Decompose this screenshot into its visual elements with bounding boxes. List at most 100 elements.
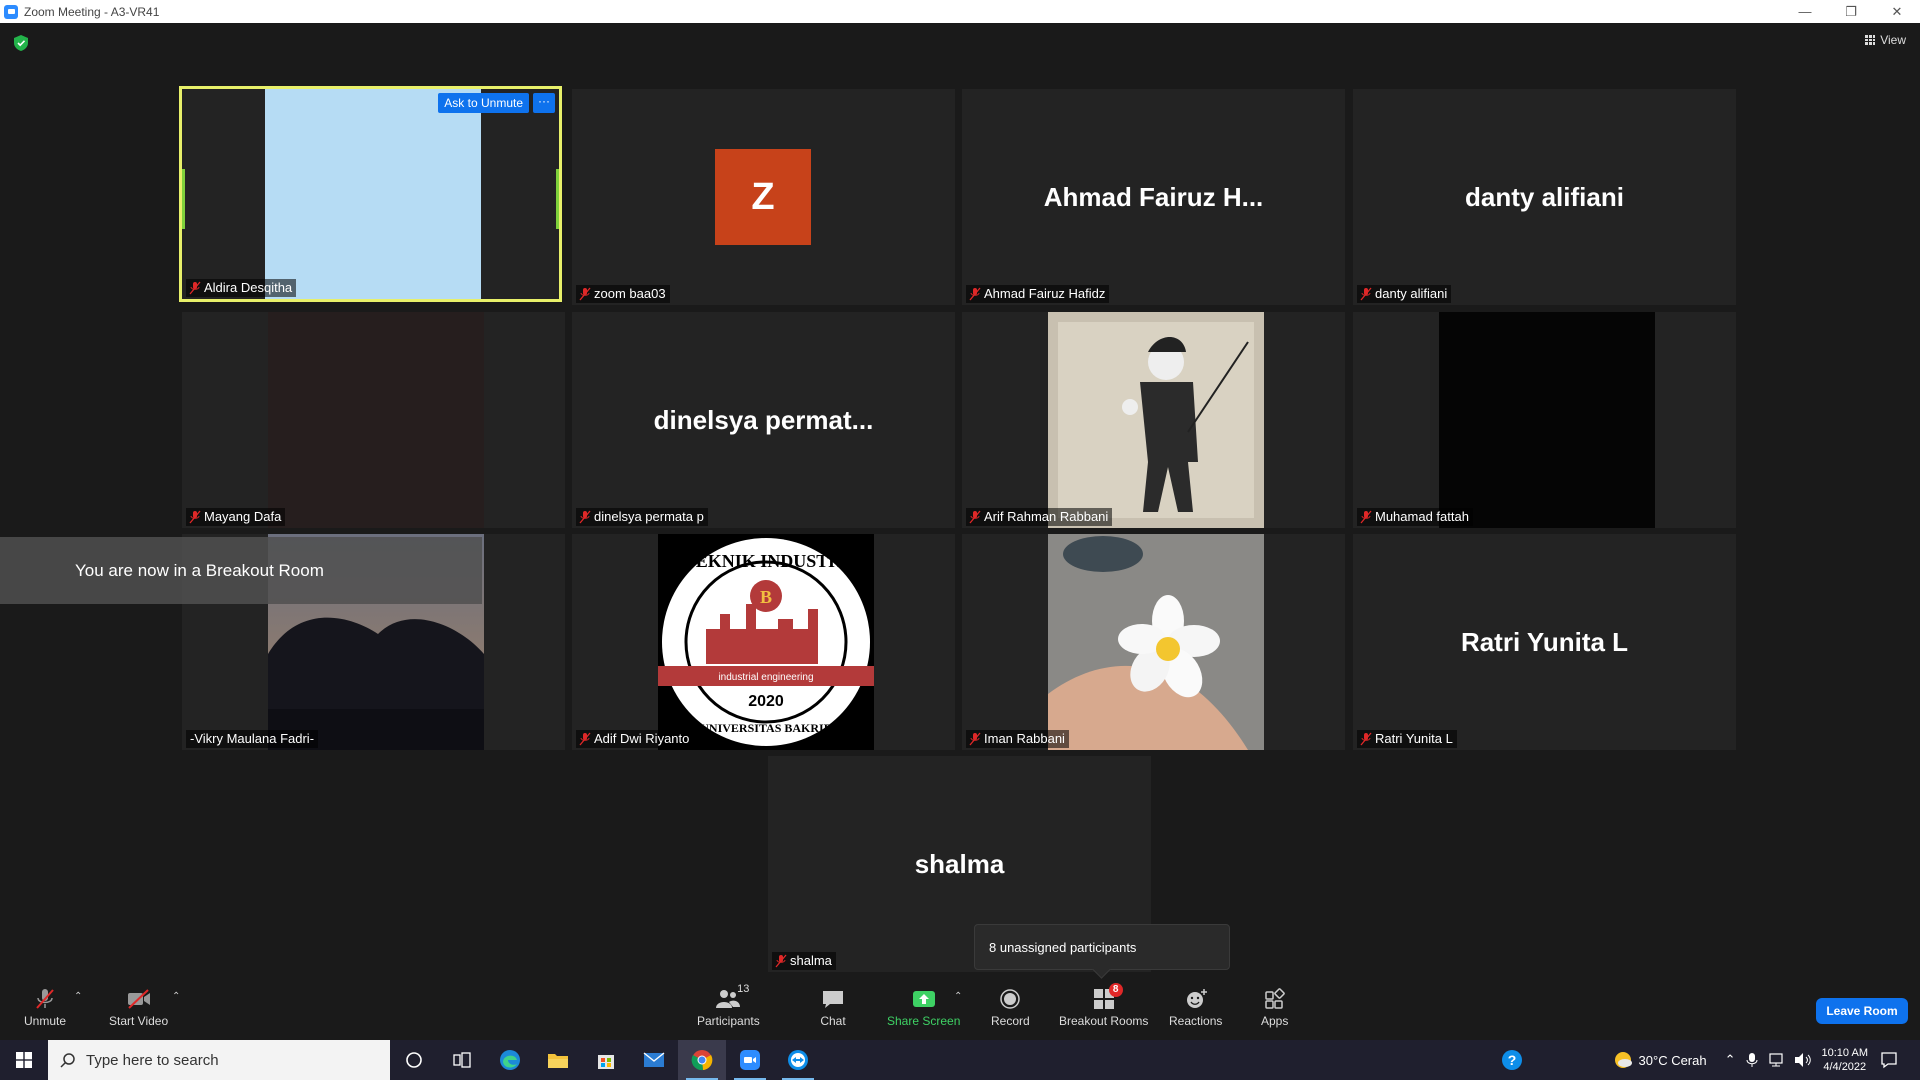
mail-taskbar-button[interactable] [630,1040,678,1080]
participant-name: Aldira Desqitha [204,280,293,295]
participant-tile[interactable]: Ahmad Fairuz H... Ahmad Fairuz Hafidz [962,89,1345,305]
task-view-button[interactable] [438,1040,486,1080]
restore-button[interactable]: ❐ [1828,0,1874,23]
participant-name: danty alifiani [1375,286,1448,301]
participant-video [1439,312,1655,528]
video-options-chevron-icon[interactable]: ⌃ [172,991,180,1002]
zoom-icon [740,1050,760,1070]
participant-tile[interactable]: Muhamad fattah [1353,312,1736,528]
muted-mic-icon [1360,287,1372,301]
participant-tile[interactable]: Ratri Yunita L Ratri Yunita L [1353,534,1736,750]
clock-date: 4/4/2022 [1823,1061,1867,1073]
mail-icon [643,1052,665,1067]
participant-name: Mayang Dafa [204,509,282,524]
participant-video [265,89,481,299]
audio-options-chevron-icon[interactable]: ⌃ [74,991,82,1002]
clock-time: 10:10 AM [1821,1047,1868,1059]
minimize-button[interactable]: — [1782,0,1828,23]
participant-tile[interactable]: B TEKNIK INDUSTRI industrial engineering… [572,534,955,750]
store-bag-icon [598,1055,614,1069]
chrome-taskbar-button[interactable] [678,1040,726,1080]
chat-button[interactable]: Chat [820,987,846,1028]
taskbar-clock[interactable]: 10:10 AM 4/4/2022 [1822,1046,1868,1074]
participant-name-label: zoom baa03 [576,285,670,303]
start-video-button[interactable]: Start Video [109,987,168,1028]
muted-mic-icon [1360,732,1372,746]
breakout-room-banner: You are now in a Breakout Room [0,537,482,604]
unmute-label: Unmute [24,1014,67,1028]
chrome-icon [691,1050,713,1071]
network-icon[interactable] [1768,1052,1786,1068]
record-label: Record [991,1014,1030,1028]
logo-top-text: TEKNIK INDUSTRI [684,551,849,571]
reactions-label: Reactions [1169,1014,1223,1028]
chat-icon [823,991,843,1008]
window-title: Zoom Meeting - A3-VR41 [24,4,160,19]
view-button[interactable]: View [1865,33,1906,47]
participant-name-label: dinelsya permata p [576,508,708,526]
muted-mic-icon [1360,510,1372,524]
weather-sun-icon [1614,1052,1632,1068]
show-hidden-icons-chevron-icon[interactable]: ⌃ [1725,1052,1736,1068]
ask-to-unmute-button[interactable]: Ask to Unmute [438,93,529,113]
edge-taskbar-button[interactable] [486,1040,534,1080]
participant-video [1048,312,1264,528]
participant-avatar: Z [715,149,811,245]
taskbar-search-box[interactable]: Type here to search [48,1040,390,1080]
muted-mic-icon [969,732,981,746]
grid-icon [1865,35,1876,45]
share-screen-button[interactable]: Share Screen [887,987,960,1028]
participant-name: Arif Rahman Rabbani [984,509,1109,524]
participant-tile[interactable]: dinelsya permat... dinelsya permata p [572,312,955,528]
video-off-icon [127,989,150,1009]
share-options-chevron-icon[interactable]: ⌃ [954,991,962,1002]
record-button[interactable]: Record [991,987,1030,1028]
zoom-taskbar-button[interactable] [726,1040,774,1080]
participant-tile[interactable]: Z zoom baa03 [572,89,955,305]
search-placeholder: Type here to search [86,1051,219,1069]
apps-icon [1264,988,1285,1009]
participant-name-label: Aldira Desqitha [186,279,297,297]
participant-tile[interactable]: Ask to Unmute ··· Aldira Desqitha [179,86,562,302]
participant-name-label: Ratri Yunita L [1357,730,1457,748]
participants-button[interactable]: 13 Participants [697,983,760,1028]
logo-letter: B [760,587,772,607]
weather-text[interactable]: 30°C Cerah [1639,1053,1707,1068]
view-label: View [1880,33,1906,47]
participant-display-name: danty alifiani [1465,181,1624,212]
more-options-button[interactable]: ··· [533,93,555,113]
volume-icon[interactable] [1794,1052,1812,1068]
muted-mic-icon [775,954,787,968]
encryption-shield-icon[interactable] [14,35,28,51]
participant-tile[interactable]: Mayang Dafa [182,312,565,528]
leave-room-button[interactable]: Leave Room [1816,998,1908,1024]
store-taskbar-button[interactable] [582,1040,630,1080]
microphone-icon[interactable] [1746,1052,1758,1068]
participant-name: dinelsya permata p [594,509,704,524]
teamviewer-icon [788,1050,808,1070]
participant-name: Muhamad fattah [1375,509,1469,524]
apps-button[interactable]: Apps [1261,987,1288,1028]
reactions-button[interactable]: Reactions [1169,987,1222,1028]
breakout-rooms-button[interactable]: 8 Breakout Rooms [1059,983,1148,1028]
share-screen-icon [912,991,935,1007]
participant-tile[interactable]: danty alifiani danty alifiani [1353,89,1736,305]
reactions-icon [1186,989,1207,1008]
start-button[interactable] [0,1040,48,1080]
notification-center-icon[interactable] [1880,1051,1898,1069]
teamviewer-taskbar-button[interactable] [774,1040,822,1080]
cortana-button[interactable] [390,1040,438,1080]
participant-name-label: Muhamad fattah [1357,508,1473,526]
participant-tile[interactable]: Arif Rahman Rabbani [962,312,1345,528]
participant-name: shalma [790,953,832,968]
chat-label: Chat [820,1014,846,1028]
close-button[interactable]: ✕ [1874,0,1920,23]
participant-name: Iman Rabbani [984,731,1065,746]
unassigned-participants-tooltip[interactable]: 8 unassigned participants [974,924,1230,970]
unmute-button[interactable]: Unmute [24,987,66,1028]
file-explorer-taskbar-button[interactable] [534,1040,582,1080]
help-icon[interactable]: ? [1501,1049,1523,1071]
cortana-circle-icon [406,1052,422,1068]
participant-tile[interactable]: Iman Rabbani [962,534,1345,750]
edge-icon [500,1050,520,1070]
